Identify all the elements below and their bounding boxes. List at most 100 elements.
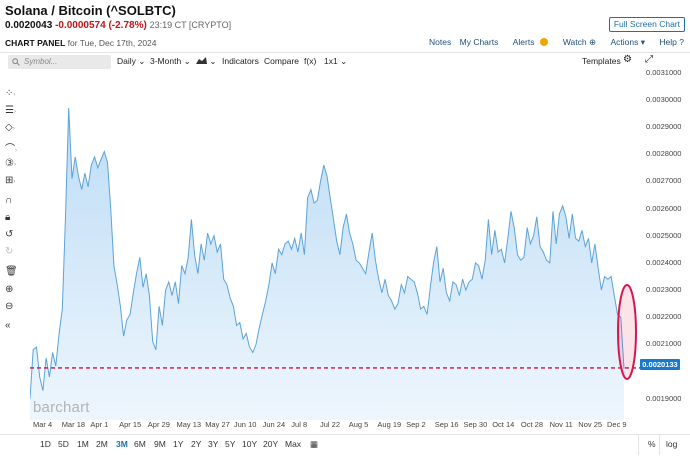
highlight-ellipse — [617, 284, 637, 380]
interval-dropdown[interactable]: Daily ⌄ — [117, 56, 145, 67]
expand-icon[interactable]: ⤢ — [645, 54, 653, 65]
my-charts-link[interactable]: My Charts — [460, 37, 499, 47]
percent-toggle[interactable]: % — [648, 439, 656, 449]
period-2y[interactable]: 2Y — [191, 439, 201, 449]
interval-label: Daily — [117, 56, 136, 66]
y-tick-label: 0.0027000 — [646, 176, 682, 186]
notes-link[interactable]: Notes — [429, 37, 451, 47]
range-dropdown[interactable]: 3-Month ⌄ — [150, 56, 191, 67]
undo-icon[interactable]: ↺ — [5, 229, 27, 243]
period-2m[interactable]: 2M — [96, 439, 108, 449]
chart-type-dropdown[interactable]: ⌄ — [196, 56, 217, 67]
chevron-down-icon: ⌄ — [138, 56, 146, 66]
y-tick-label: 0.0026000 — [646, 203, 682, 213]
y-tick-label: 0.0030000 — [646, 94, 682, 104]
last-price: 0.0020043 — [5, 20, 53, 31]
x-tick-label: Aug 5 — [348, 420, 369, 429]
x-tick-label: Oct 14 — [492, 420, 515, 429]
templates-button[interactable]: Templates — [582, 56, 621, 66]
period-1y[interactable]: 1Y — [173, 439, 183, 449]
chart-toolbar: Symbol... Daily ⌄ 3-Month ⌄ ⌄ Indicators… — [0, 52, 690, 71]
header: Solana / Bitcoin (^SOLBTC) 0.0020043 -0.… — [0, 0, 690, 52]
period-5y[interactable]: 5Y — [225, 439, 235, 449]
magnet-icon[interactable]: ∩ — [5, 195, 27, 209]
period-1m[interactable]: 1M — [77, 439, 89, 449]
x-tick-label: Sep 30 — [463, 420, 488, 429]
compare-button[interactable]: Compare — [264, 56, 299, 66]
layout-dropdown[interactable]: 1x1 ⌄ — [324, 56, 347, 67]
arc-icon[interactable]: ⌒› — [5, 140, 27, 155]
period-3m[interactable]: 3M — [116, 439, 128, 449]
indicators-button[interactable]: Indicators — [222, 56, 259, 66]
price-change: -0.0000574 (-2.78%) — [55, 20, 147, 31]
symbol-search-input[interactable]: Symbol... — [8, 55, 111, 69]
y-tick-label: 0.0021000 — [646, 339, 682, 349]
x-tick-label: Mar 18 — [61, 420, 86, 429]
panel-date: for Tue, Dec 17th, 2024 — [67, 38, 157, 48]
x-tick-label: Nov 25 — [578, 420, 603, 429]
watch-label: Watch — [562, 37, 587, 47]
lock-icon[interactable]: 🔒︎ — [5, 212, 27, 226]
period-5d[interactable]: 5D — [58, 439, 69, 449]
y-tick-label: 0.0031000 — [646, 67, 682, 77]
x-tick-label: May 27 — [205, 420, 230, 429]
header-links: Notes My Charts Alerts Watch ⊕ Actions ▾… — [423, 37, 684, 48]
calendar-icon[interactable]: ▦ — [310, 439, 318, 450]
last-price-label: 0.0020133 — [640, 359, 680, 370]
trash-icon[interactable]: 🗑︎ — [5, 266, 27, 280]
price-area — [30, 108, 624, 420]
x-tick-label: Mar 4 — [33, 420, 53, 429]
plus-icon: ⊕ — [589, 37, 597, 47]
symbol-placeholder: Symbol... — [24, 57, 58, 66]
area-chart-icon — [196, 57, 207, 64]
period-1d[interactable]: 1D — [40, 439, 51, 449]
collapse-icon[interactable]: « — [5, 320, 27, 334]
help-menu[interactable]: Help ? — [653, 37, 684, 47]
chevron-down-icon: ⌄ — [340, 56, 348, 66]
alerts-label: Alerts — [512, 37, 535, 47]
period-3y[interactable]: 3Y — [208, 439, 218, 449]
gear-icon[interactable]: ⚙ — [623, 54, 632, 65]
barchart-logo: barchart — [33, 399, 90, 416]
search-icon — [12, 58, 20, 66]
actions-menu[interactable]: Actions ▾ — [605, 37, 646, 47]
function-button[interactable]: f(x) — [304, 56, 316, 66]
lines-icon[interactable]: ☰› — [5, 105, 27, 119]
period-max[interactable]: Max — [285, 439, 301, 449]
price-chart[interactable] — [29, 70, 642, 425]
crosshair-icon[interactable]: ⁘› — [5, 88, 27, 102]
quote-meta: 23:19 CT [CRYPTO] — [149, 20, 232, 30]
x-tick-label: Apr 15 — [119, 420, 142, 429]
fib-icon[interactable]: ③› — [5, 158, 27, 172]
alerts-link[interactable]: Alerts — [507, 37, 549, 47]
period-20y[interactable]: 20Y — [263, 439, 278, 449]
shapes-icon[interactable]: ◇› — [5, 122, 27, 136]
divider — [659, 435, 660, 455]
x-tick-label: Nov 11 — [549, 420, 573, 429]
chart-svg[interactable] — [29, 70, 642, 420]
chevron-down-icon: ⌄ — [183, 56, 191, 66]
period-10y[interactable]: 10Y — [242, 439, 257, 449]
watch-link[interactable]: Watch ⊕ — [557, 37, 596, 47]
x-tick-label: Jul 22 — [320, 420, 341, 429]
panel-title: CHART PANEL — [5, 38, 66, 48]
y-tick-label: 0.0019000 — [646, 393, 682, 403]
y-tick-label: 0.0029000 — [646, 122, 682, 132]
layout-label: 1x1 — [324, 56, 338, 66]
period-6m[interactable]: 6M — [134, 439, 146, 449]
log-toggle[interactable]: log — [666, 439, 677, 449]
x-tick-label: May 13 — [176, 420, 202, 429]
measure-icon[interactable]: ⊞› — [5, 175, 27, 189]
x-tick-label: Jul 8 — [291, 420, 308, 429]
zoom-out-icon[interactable]: ⊖ — [5, 301, 27, 315]
full-screen-button[interactable]: Full Screen Chart — [608, 17, 685, 32]
chevron-down-icon: ▾ — [640, 37, 646, 47]
redo-icon[interactable]: ↻ — [5, 246, 27, 260]
y-tick-label: 0.0024000 — [646, 257, 682, 267]
zoom-in-icon[interactable]: ⊕ — [5, 284, 27, 298]
x-tick-label: Apr 29 — [147, 420, 170, 429]
x-tick-label: Sep 2 — [406, 420, 426, 429]
period-9m[interactable]: 9M — [154, 439, 166, 449]
period-bar: 1D 5D 1M 2M 3M 6M 9M 1Y 2Y 3Y 5Y 10Y 20Y Max ▦ % log — [0, 434, 690, 455]
y-tick-label: 0.0022000 — [646, 312, 682, 322]
